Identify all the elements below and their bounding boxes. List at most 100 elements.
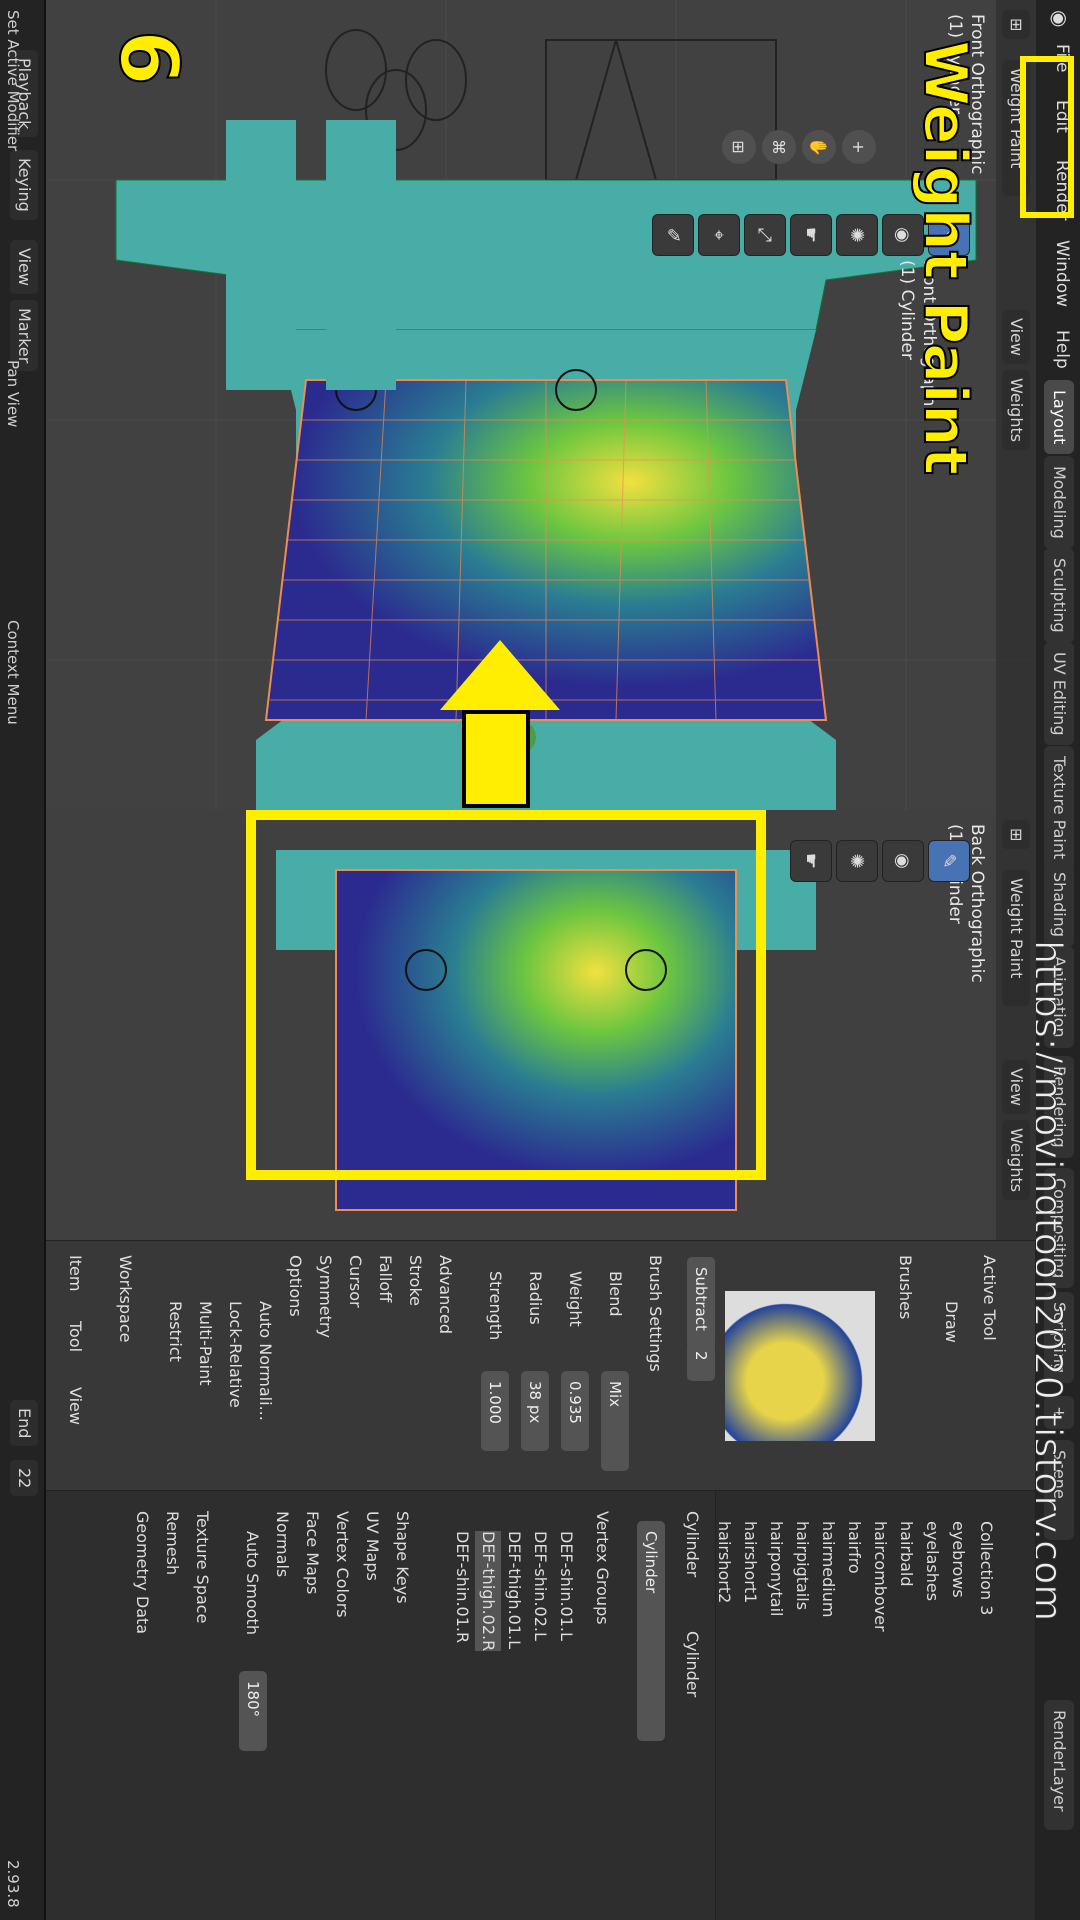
tab-texture-paint[interactable]: Texture Paint: [1044, 746, 1074, 870]
sidebar-tab-item[interactable]: Item: [66, 1255, 85, 1291]
vertex-group-item[interactable]: DEF-shin.01.L: [553, 1531, 579, 1641]
view-menu-timeline[interactable]: View: [10, 240, 38, 294]
view-layer-selector[interactable]: RenderLayer: [1044, 1700, 1074, 1830]
angle-field[interactable]: 180°: [239, 1671, 267, 1751]
outliner-item[interactable]: eyebrows: [945, 1521, 971, 1598]
gradient-tool[interactable]: ⤢: [744, 214, 786, 256]
brush-name-field[interactable]: Subtract: [687, 1257, 715, 1347]
vertex-colors-header[interactable]: Vertex Colors: [329, 1511, 355, 1618]
restrict-checkbox[interactable]: Restrict: [166, 1301, 185, 1362]
weight-paint-highlight: [1020, 56, 1074, 218]
blend-label: Blend: [606, 1271, 625, 1317]
smear-tool[interactable]: ☛: [790, 214, 832, 256]
outliner-item[interactable]: hairbald: [893, 1521, 919, 1587]
viewport-back[interactable]: ⊞ Weight Paint View Weights Back Orthogr…: [46, 810, 1036, 1240]
tab-uv-editing[interactable]: UV Editing: [1044, 642, 1074, 746]
mesh-name[interactable]: Cylinder: [679, 1631, 705, 1697]
brushes-header[interactable]: Brushes: [896, 1255, 915, 1319]
menu-help[interactable]: Help: [1052, 330, 1072, 369]
outliner-item[interactable]: hairfro: [841, 1521, 867, 1574]
remesh-header[interactable]: Remesh: [159, 1511, 185, 1575]
highlight-box: [246, 810, 766, 1180]
uv-maps-header[interactable]: UV Maps: [359, 1511, 385, 1581]
advanced-header[interactable]: Advanced: [436, 1255, 455, 1334]
vertex-group-item[interactable]: DEF-shin.01.R: [449, 1531, 475, 1643]
texture-space-header[interactable]: Texture Space: [189, 1511, 215, 1623]
outliner-item[interactable]: hairpigtails: [789, 1521, 815, 1610]
draw-tool-label: Draw: [942, 1301, 961, 1343]
blender-logo-icon[interactable]: ◉: [1048, 10, 1072, 27]
normals-header[interactable]: Normals: [269, 1511, 295, 1577]
radius-field[interactable]: 38 px: [521, 1371, 549, 1451]
draw-brush-tool-back[interactable]: ✎: [928, 840, 970, 882]
multi-paint-checkbox[interactable]: Multi-Paint: [196, 1301, 215, 1385]
vertex-group-item-active[interactable]: DEF-thigh.02.R: [475, 1531, 501, 1652]
annotate-tool[interactable]: ✐: [652, 214, 694, 256]
camera-icon[interactable]: ⌘: [762, 130, 796, 164]
sidebar-panel: Active Tool Draw Brushes Subtract 2 Brus…: [44, 1240, 1036, 1492]
stroke-header[interactable]: Stroke: [406, 1255, 425, 1306]
view-menu-back[interactable]: View: [1002, 1060, 1030, 1114]
grid-view-icon[interactable]: ⊞: [722, 130, 756, 164]
average-tool-back[interactable]: ✺: [836, 840, 878, 882]
weight-label: Weight: [566, 1271, 585, 1327]
cursor-header[interactable]: Cursor: [346, 1255, 365, 1308]
menu-window[interactable]: Window: [1052, 240, 1072, 307]
vertex-group-item[interactable]: DEF-shin.02.L: [527, 1531, 553, 1641]
vertex-group-item[interactable]: DEF-thigh.01.L: [501, 1531, 527, 1649]
editor-type-icon-back[interactable]: ⊞: [1002, 820, 1030, 850]
view-menu-front[interactable]: View: [1002, 310, 1030, 364]
brush-settings-header[interactable]: Brush Settings: [646, 1255, 665, 1372]
sample-weight-tool[interactable]: ⌖: [698, 214, 740, 256]
sidebar-tab-tool[interactable]: Tool: [66, 1321, 85, 1352]
lock-relative-checkbox[interactable]: Lock-Relative: [226, 1301, 245, 1408]
data-name-field[interactable]: Cylinder: [637, 1521, 665, 1741]
outliner-item[interactable]: eyelashes: [919, 1521, 945, 1601]
strength-field[interactable]: 1.000: [481, 1371, 509, 1451]
outliner-item[interactable]: hairponytail: [763, 1521, 789, 1617]
properties-panel: Cylinder Cylinder Cylinder Vertex Groups…: [44, 1490, 716, 1920]
weights-menu-back[interactable]: Weights: [1002, 1120, 1030, 1201]
symmetry-header[interactable]: Symmetry: [316, 1255, 335, 1338]
active-tool-header[interactable]: Active Tool: [980, 1255, 999, 1341]
tab-sculpting[interactable]: Sculpting: [1044, 548, 1074, 643]
shape-keys-header[interactable]: Shape Keys: [389, 1511, 415, 1604]
outliner-item[interactable]: hairshort1: [737, 1521, 763, 1603]
smear-tool-back[interactable]: ☛: [790, 840, 832, 882]
strength-label: Strength: [486, 1271, 505, 1341]
weight-field[interactable]: 0.935: [561, 1371, 589, 1451]
zoom-icon[interactable]: +: [842, 130, 876, 164]
weights-menu-front[interactable]: Weights: [1002, 370, 1030, 451]
falloff-header[interactable]: Falloff: [376, 1255, 395, 1302]
mode-selector-back[interactable]: Weight Paint: [1002, 870, 1030, 1006]
vertex-groups-header[interactable]: Vertex Groups: [589, 1511, 615, 1625]
version-label: 2.93.8: [4, 1860, 22, 1908]
object-name[interactable]: Cylinder: [679, 1511, 705, 1577]
arrow-head: [440, 640, 560, 710]
end-frame-label: End: [10, 1400, 38, 1447]
editor-type-icon[interactable]: ⊞: [1002, 10, 1030, 40]
sidebar-tab-view[interactable]: View: [66, 1387, 85, 1425]
options-header[interactable]: Options: [286, 1255, 305, 1317]
blur-tool-back[interactable]: ◉: [882, 840, 924, 882]
collection-label[interactable]: Collection 3: [973, 1521, 999, 1615]
tab-layout[interactable]: Layout: [1044, 380, 1074, 455]
auto-normalize-checkbox[interactable]: Auto Normali...: [256, 1301, 275, 1421]
brush-preview[interactable]: [725, 1291, 875, 1441]
blend-dropdown[interactable]: Mix: [601, 1371, 629, 1471]
outliner-item[interactable]: hairmedium: [815, 1521, 841, 1617]
average-tool[interactable]: ✺: [836, 214, 878, 256]
arrow-shaft: [462, 710, 530, 808]
tab-modeling[interactable]: Modeling: [1044, 456, 1074, 549]
geometry-data-header[interactable]: Geometry Data: [129, 1511, 155, 1634]
brush-users[interactable]: 2: [687, 1341, 715, 1381]
keying-menu[interactable]: Keying: [10, 150, 38, 220]
pan-hand-icon[interactable]: ✋: [802, 130, 836, 164]
face-maps-header[interactable]: Face Maps: [299, 1511, 325, 1594]
timeline-bar: Playback Keying View Marker End 22: [0, 0, 46, 1920]
end-frame-field[interactable]: 22: [10, 1460, 38, 1497]
auto-smooth-checkbox[interactable]: Auto Smooth: [239, 1531, 265, 1635]
outliner-item[interactable]: haircombover: [867, 1521, 893, 1632]
workspace-header[interactable]: Workspace: [116, 1255, 135, 1342]
tab-shading[interactable]: Shading: [1044, 862, 1074, 947]
